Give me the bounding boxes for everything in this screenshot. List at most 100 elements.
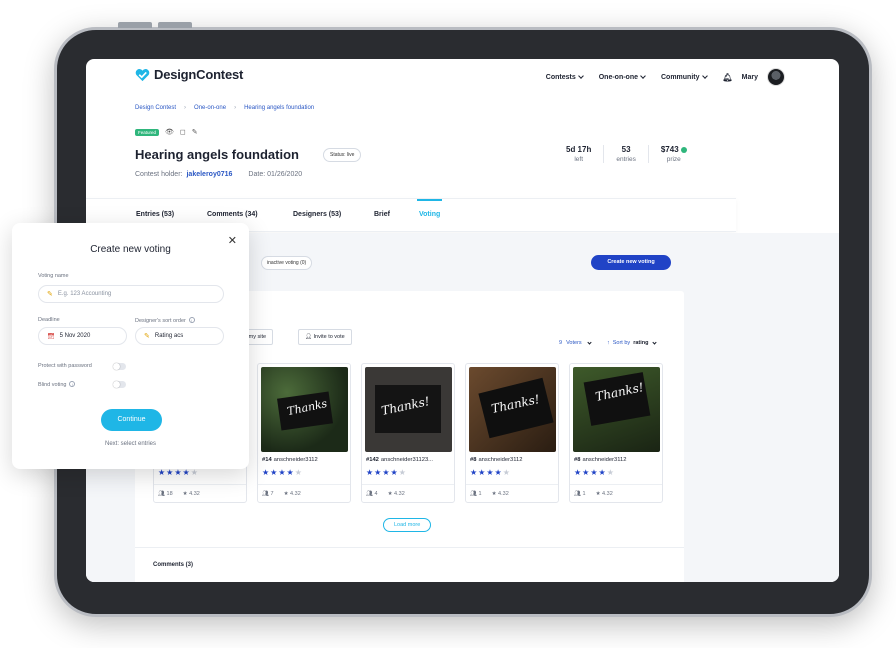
featured-badge: Featured	[135, 128, 160, 136]
main-nav: Contests One-on-one Community 🔔︎ Mary	[546, 68, 785, 86]
bell-icon[interactable]: 🔔︎	[723, 73, 733, 82]
breadcrumb-item[interactable]: One-on-one	[194, 105, 226, 111]
score-value: 4.32	[290, 490, 301, 497]
card-footer: 👥︎ 1 ★ 4.32	[466, 484, 558, 502]
blind-voting-text: Blind voting	[38, 382, 67, 388]
tablet-hw-button	[118, 22, 152, 28]
score-value: 4.32	[189, 490, 200, 497]
score: ★ 4.32	[182, 490, 200, 497]
pencil-icon: ✎	[144, 333, 150, 340]
deadline-field[interactable]: 📅︎ 5 Nov 2020	[38, 327, 127, 345]
entry-meta: #8 anschneider3112	[574, 457, 660, 463]
contest-holder: Contest holder: jakeleroy0716 Date: 01/26/…	[135, 171, 302, 178]
continue-button[interactable]: Continue	[101, 409, 162, 431]
votes-value: 18	[166, 490, 173, 497]
logo-text: DesignContest	[154, 67, 244, 82]
breadcrumb: Design Contest › One-on-one › Hearing an…	[135, 105, 314, 111]
lock-icon: ◻	[179, 129, 186, 136]
tab-designers[interactable]: Designers (53)	[293, 211, 341, 218]
sort-value: rating	[633, 340, 649, 346]
deadline-value: 5 Nov 2020	[59, 333, 91, 339]
stat-label: entries	[616, 156, 636, 163]
rating-stars[interactable]: ★★★★★	[366, 468, 407, 477]
modal-title: Create new voting	[90, 244, 171, 255]
breadcrumb-separator: ›	[234, 105, 237, 111]
designer-name[interactable]: anschneider3112	[478, 457, 522, 463]
score: ★ 4.32	[387, 490, 405, 497]
status-badge: Status: live	[323, 148, 362, 162]
voting-name-input[interactable]: ✎ E.g. 123 Accounting	[38, 285, 224, 303]
rating-stars[interactable]: ★★★★★	[158, 468, 199, 477]
entry-number: #8	[470, 457, 477, 463]
stat-label: left	[574, 156, 583, 163]
rating-stars[interactable]: ★★★★★	[262, 468, 303, 477]
next-hint: Next: select entries	[104, 441, 157, 447]
info-icon[interactable]: i	[69, 381, 76, 387]
add-user-icon: 👤︎	[305, 334, 314, 340]
entry-image[interactable]: Thanks!	[365, 367, 452, 452]
stat-value: 5d 17h	[566, 145, 592, 154]
entry-image[interactable]: Thanks!	[573, 367, 660, 452]
chevron-down-icon	[587, 339, 592, 345]
eye-off-icon: 👁︎	[165, 129, 174, 136]
sort-label: Sort by	[612, 340, 631, 346]
tab-voting[interactable]: Voting	[416, 199, 443, 218]
score: ★ 4.32	[491, 490, 509, 497]
sort-order-label: Designer's sort order i	[135, 317, 195, 324]
page-title: Hearing angels foundation	[135, 147, 299, 162]
votes-count: 👥︎ 4	[366, 490, 378, 497]
avatar[interactable]	[767, 68, 785, 86]
create-voting-button[interactable]: Create new voting	[591, 255, 671, 270]
deadline-label: Deadline	[38, 317, 60, 323]
designer-name[interactable]: anschneider31123...	[381, 457, 433, 463]
check-icon	[680, 146, 687, 153]
entry-card[interactable]: Thanks #14 anschneider3112 ★★★★★ 👥︎ 7 ★ 4…	[257, 363, 351, 503]
load-more-button[interactable]: Load more	[383, 518, 432, 532]
sort-order-field[interactable]: ✎ Rating acs	[135, 327, 224, 345]
breadcrumb-item[interactable]: Design Contest	[135, 105, 176, 111]
tab-entries[interactable]: Entries (53)	[136, 211, 174, 218]
nav-contests[interactable]: Contests	[546, 73, 584, 81]
nav-one-on-one[interactable]: One-on-one	[599, 73, 646, 81]
holder-link[interactable]: jakeleroy0716	[186, 171, 232, 178]
inactive-voting-filter[interactable]: inactive voting (0)	[261, 256, 313, 270]
logo[interactable]: DesignContest	[135, 67, 243, 82]
votes-value: 7	[270, 490, 274, 497]
entry-meta: #142 anschneider31123...	[366, 457, 452, 463]
edit-icon[interactable]: ✎	[192, 128, 198, 136]
entry-card[interactable]: Thanks! #8 anschneider3112 ★★★★★ 👥︎ 1 ★ 4…	[569, 363, 663, 503]
voters-dropdown[interactable]: 9 Voters	[559, 339, 592, 346]
calendar-icon: 📅︎	[47, 333, 55, 340]
protect-toggle[interactable]	[113, 363, 126, 370]
user-name: Mary	[741, 73, 758, 81]
protect-label: Protect with password	[38, 363, 92, 369]
tablet-hw-button	[158, 22, 192, 28]
designer-name[interactable]: anschneider3112	[274, 457, 318, 463]
close-icon[interactable]: ✕	[228, 234, 237, 247]
entry-card[interactable]: Thanks! #142 anschneider31123... ★★★★★ 👥︎…	[361, 363, 455, 503]
votes-count: 👥︎ 1	[574, 490, 586, 497]
blind-voting-toggle[interactable]	[113, 381, 126, 388]
nav-label: Community	[661, 73, 700, 81]
entry-image[interactable]: Thanks	[261, 367, 348, 452]
chevron-down-icon	[640, 73, 646, 79]
tab-comments[interactable]: Comments (34)	[207, 211, 258, 218]
designer-name[interactable]: anschneider3112	[582, 457, 626, 463]
rating-stars[interactable]: ★★★★★	[574, 468, 615, 477]
entry-meta: #14 anschneider3112	[262, 457, 348, 463]
votes-count: 👥︎ 7	[262, 490, 274, 497]
breadcrumb-item[interactable]: Hearing angels foundation	[244, 105, 314, 111]
votes-value: 1	[582, 490, 586, 497]
chevron-down-icon	[577, 73, 584, 79]
entry-image[interactable]: Thanks!	[469, 367, 556, 452]
info-icon[interactable]: i	[188, 317, 195, 323]
rating-stars[interactable]: ★★★★★	[470, 468, 511, 477]
user-menu[interactable]: 🔔︎ Mary	[723, 68, 785, 86]
tab-brief[interactable]: Brief	[374, 211, 390, 218]
invite-to-vote-button[interactable]: 👤︎ Invite to vote	[298, 329, 352, 345]
card-footer: 👥︎ 4 ★ 4.32	[362, 484, 454, 502]
sort-dropdown[interactable]: ↑ Sort by rating	[607, 339, 658, 346]
entry-card[interactable]: Thanks! #8 anschneider3112 ★★★★★ 👥︎ 1 ★ 4…	[465, 363, 559, 503]
nav-community[interactable]: Community	[661, 73, 708, 81]
score: ★ 4.32	[283, 490, 301, 497]
